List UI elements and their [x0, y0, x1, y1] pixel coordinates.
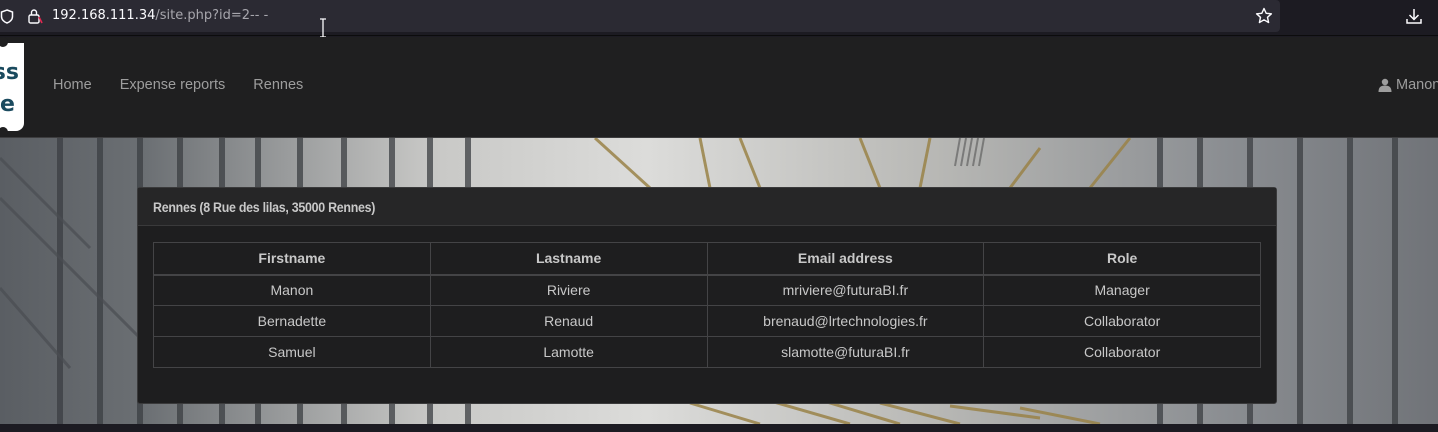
panel-title: Rennes (8 Rue des lilas, 35000 Rennes)	[153, 200, 376, 215]
nav-link-expense-reports[interactable]: Expense reports	[120, 77, 226, 93]
site-logo[interactable]: ss e	[0, 37, 24, 137]
logo-text-bottom: e	[0, 92, 15, 117]
url-bar[interactable]: 192.168.111.34/site.php?id=2-- -	[0, 0, 1280, 38]
cell-lastname: Lamotte	[429, 336, 708, 368]
shield-icon[interactable]	[0, 9, 14, 24]
url-text[interactable]: 192.168.111.34/site.php?id=2-- -	[52, 8, 268, 23]
header-lastname: Lastname	[429, 242, 708, 276]
cell-email: slamotte@futuraBI.fr	[706, 336, 985, 368]
employees-table: Firstname Lastname Email address Role Ma…	[153, 242, 1261, 368]
cell-email: brenaud@lrtechnologies.fr	[706, 305, 985, 337]
cell-role: Collaborator	[983, 336, 1261, 368]
header-role: Role	[983, 242, 1261, 276]
bottom-bar	[0, 424, 1438, 432]
text-cursor-icon	[320, 18, 326, 38]
logo-text-top: ss	[0, 60, 19, 85]
user-menu[interactable]: Manon	[1378, 77, 1438, 93]
bookmark-star-icon[interactable]	[1255, 7, 1273, 25]
cell-lastname: Renaud	[429, 305, 708, 337]
nav-links: Home Expense reports Rennes	[53, 77, 331, 93]
browser-toolbar: 192.168.111.34/site.php?id=2-- -	[0, 0, 1438, 38]
cell-role: Collaborator	[983, 305, 1261, 337]
url-host: 192.168.111.34	[52, 8, 156, 23]
panel-heading: Rennes (8 Rue des lilas, 35000 Rennes)	[138, 188, 1276, 226]
header-firstname: Firstname	[153, 242, 431, 276]
user-name: Manon	[1396, 77, 1438, 93]
table-row: Bernadette Renaud brenaud@lrtechnologies…	[153, 305, 1261, 337]
logo-text: ss e	[0, 57, 22, 121]
cell-role: Manager	[983, 274, 1261, 306]
lock-warning-icon[interactable]	[27, 8, 43, 24]
cell-firstname: Bernadette	[153, 305, 431, 337]
nav-link-home[interactable]: Home	[53, 77, 92, 93]
cell-email: mriviere@futuraBI.fr	[706, 274, 985, 306]
header-email: Email address	[706, 242, 985, 276]
url-path: /site.php?id=2-- -	[155, 8, 269, 23]
user-icon	[1378, 78, 1392, 92]
cell-lastname: Riviere	[429, 274, 708, 306]
table-row: Samuel Lamotte slamotte@futuraBI.fr Coll…	[153, 336, 1261, 368]
table-header-row: Firstname Lastname Email address Role	[153, 242, 1261, 276]
nav-link-rennes[interactable]: Rennes	[253, 77, 303, 93]
cell-firstname: Manon	[153, 274, 431, 306]
site-panel: Rennes (8 Rue des lilas, 35000 Rennes) F…	[137, 187, 1277, 404]
download-icon[interactable]	[1405, 7, 1423, 25]
site-navbar: ss e Home Expense reports Rennes Manon	[0, 37, 1438, 138]
table-row: Manon Riviere mriviere@futuraBI.fr Manag…	[153, 274, 1261, 306]
cell-firstname: Samuel	[153, 336, 431, 368]
